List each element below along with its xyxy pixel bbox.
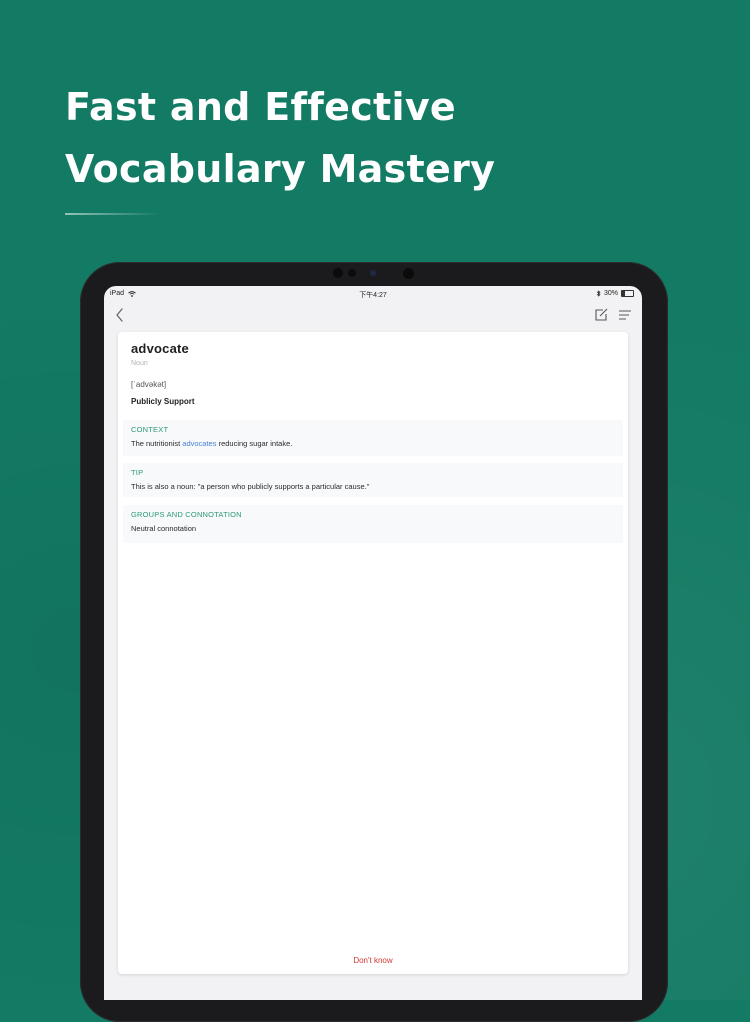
nav-bar xyxy=(104,302,642,330)
camera-bar xyxy=(330,266,420,280)
word-card: advocate Noun [ˈadvəkət] Publicly Suppor… xyxy=(118,332,628,974)
sensor xyxy=(403,268,414,279)
edit-icon[interactable] xyxy=(592,306,610,324)
app-screen: iPad 下午4:27 30% advocate Noun [ˈadvəkət]… xyxy=(104,286,642,1000)
section-text: Neutral connotation xyxy=(131,524,197,533)
word-meaning: Publicly Support xyxy=(131,397,195,406)
phonetic: [ˈadvəkət] xyxy=(131,380,167,389)
headline-line-2: Vocabulary Mastery xyxy=(65,147,496,191)
battery-percent: 30% xyxy=(603,290,618,297)
menu-icon[interactable] xyxy=(616,306,634,324)
sensor xyxy=(348,269,356,277)
headline-line-1: Fast and Effective xyxy=(65,85,456,129)
word-title: advocate xyxy=(131,341,189,356)
section-text: This is also a noun: "a person who publi… xyxy=(131,482,370,491)
battery-icon xyxy=(621,290,634,297)
section-title: GROUPS AND CONNOTATION xyxy=(131,510,242,519)
context-text-before: The nutritionist xyxy=(131,439,183,448)
section-title: CONTEXT xyxy=(131,425,169,434)
context-highlight-word: advocates xyxy=(182,439,217,448)
back-icon[interactable] xyxy=(113,306,127,324)
section-title: TIP xyxy=(131,468,144,477)
section-text: The nutritionist advocates reducing suga… xyxy=(131,439,292,448)
sensor xyxy=(333,268,343,278)
status-bar: iPad 下午4:27 30% xyxy=(104,286,642,302)
tip-section: TIP This is also a noun: "a person who p… xyxy=(123,463,623,497)
status-time: 下午4:27 xyxy=(359,292,387,299)
connotation-section: GROUPS AND CONNOTATION Neutral connotati… xyxy=(123,505,623,543)
bluetooth-icon xyxy=(596,290,601,297)
promo-headline: Fast and Effective Vocabulary Mastery xyxy=(65,76,495,200)
context-section: CONTEXT The nutritionist advocates reduc… xyxy=(123,420,623,456)
dont-know-button[interactable]: Don't know xyxy=(118,956,628,965)
headline-divider xyxy=(65,213,160,215)
part-of-speech: Noun xyxy=(131,360,148,367)
context-text-after: reducing sugar intake. xyxy=(216,439,293,448)
camera-lens xyxy=(370,270,376,276)
status-right: 30% xyxy=(596,290,634,297)
